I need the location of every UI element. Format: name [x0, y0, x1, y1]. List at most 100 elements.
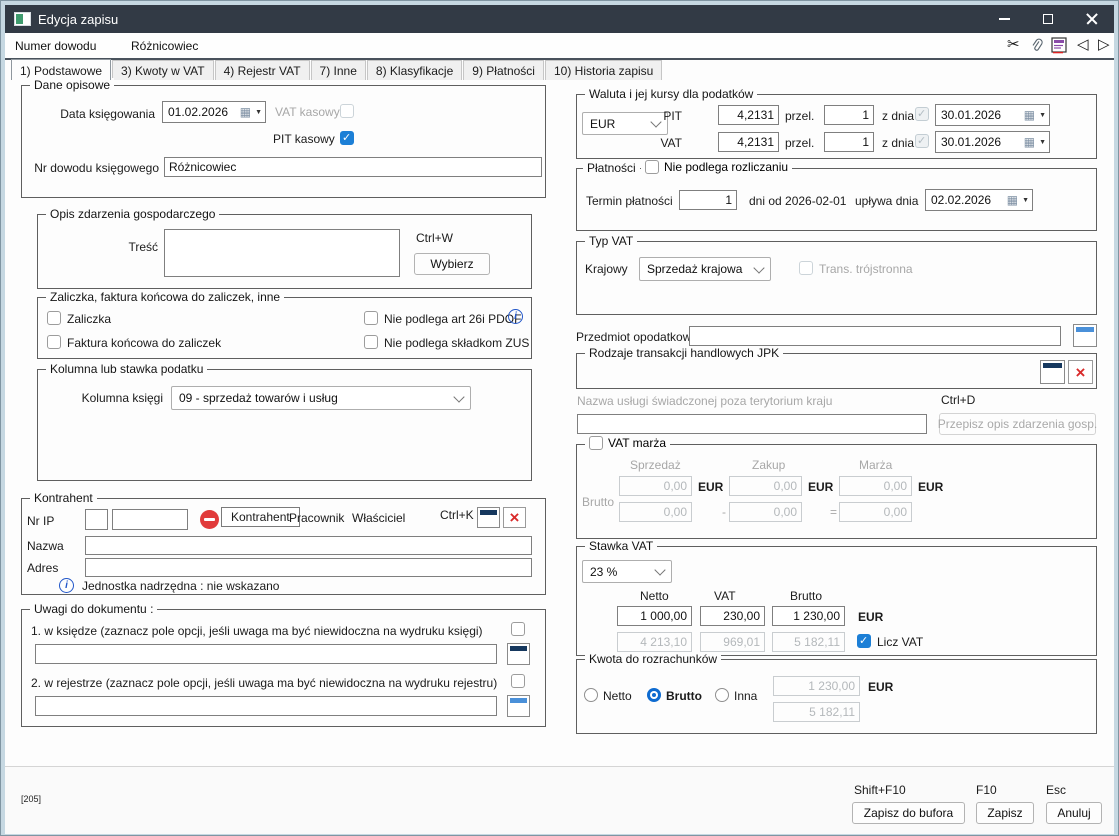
chevron-down-icon	[453, 391, 464, 402]
clear-icon[interactable]: ×	[503, 507, 526, 528]
notes-icon[interactable]	[1051, 37, 1068, 59]
window-title: Edycja zapisu	[38, 12, 118, 27]
termin-input[interactable]	[679, 190, 737, 210]
entity-type-pracownik[interactable]: Pracownik	[289, 511, 344, 525]
open-dialog-icon[interactable]	[1073, 324, 1097, 347]
faktura-koncowa-checkbox[interactable]	[47, 335, 61, 349]
licz-vat-checkbox[interactable]	[857, 634, 871, 648]
entity-type-wlasciciel[interactable]: Właściciel	[352, 511, 405, 525]
netto-input[interactable]	[617, 606, 692, 626]
typ-vat-select[interactable]: Sprzedaż krajowa	[639, 257, 771, 281]
calendar-icon[interactable]: ▦	[1007, 193, 1018, 207]
calendar-icon[interactable]: ▦	[1024, 135, 1035, 149]
vat-marza-checkbox[interactable]	[589, 436, 603, 450]
tab-inne[interactable]: 7) Inne	[311, 60, 366, 80]
open-dialog-icon[interactable]	[507, 643, 530, 665]
group-uwagi: Uwagi do dokumentu : 1. w księdze (zazna…	[21, 609, 546, 727]
tresc-textarea[interactable]	[164, 229, 400, 277]
booking-date-field[interactable]: 01.02.2026 ▦ ▼	[162, 101, 266, 123]
vat-rate-date-field[interactable]: 30.01.2026 ▦ ▼	[935, 131, 1050, 153]
radio-inna[interactable]	[715, 688, 729, 702]
edit-record-dialog: Edycja zapisu Numer dowodu Różnicowiec ✂…	[0, 0, 1119, 836]
zaliczka-label: Zaliczka	[67, 312, 111, 326]
group-kontrahent: Kontrahent Nr IP Kontrahent Pracownik Wł…	[21, 498, 546, 595]
nr-ip-input-2[interactable]	[112, 509, 188, 530]
przedmiot-input[interactable]	[689, 326, 1061, 346]
info-icon[interactable]	[508, 309, 523, 324]
uwaga-rejestr-input[interactable]	[35, 696, 497, 716]
pit-przel-input[interactable]	[824, 105, 874, 125]
stawka-vat-select[interactable]: 23 %	[582, 560, 672, 583]
vat-kasowy-label: VAT kasowy	[275, 105, 340, 119]
nazwa-input[interactable]	[85, 536, 532, 555]
adres-input[interactable]	[85, 558, 532, 577]
pdof-checkbox[interactable]	[364, 311, 378, 325]
next-record-icon[interactable]: ▷	[1098, 36, 1110, 54]
pit-kasowy-checkbox[interactable]	[340, 131, 354, 145]
open-list-icon[interactable]	[477, 507, 500, 528]
chevron-down-icon[interactable]: ▼	[1022, 197, 1029, 204]
paperclip-icon[interactable]	[1029, 37, 1045, 59]
close-button[interactable]	[1070, 5, 1114, 33]
vat-przel-input[interactable]	[824, 132, 874, 152]
save-to-buffer-button[interactable]: Zapisz do bufora	[852, 802, 965, 824]
zaliczka-checkbox[interactable]	[47, 311, 61, 325]
tab-platnosci[interactable]: 9) Płatności	[463, 60, 544, 80]
previous-record-icon[interactable]: ◁	[1077, 36, 1089, 54]
open-list-icon[interactable]	[1040, 360, 1065, 384]
faktura-koncowa-label: Faktura końcowa do zaliczek	[67, 336, 221, 350]
nr-ip-input-1[interactable]	[85, 509, 108, 530]
zus-checkbox[interactable]	[364, 335, 378, 349]
nie-podlega-checkbox[interactable]	[645, 160, 659, 174]
col-marza: Marża	[859, 458, 892, 472]
eur-label: EUR	[918, 480, 943, 494]
wybierz-button[interactable]: Wybierz	[414, 253, 490, 275]
doc-number-input[interactable]	[164, 157, 542, 177]
tab-podstawowe[interactable]: 1) Podstawowe	[11, 59, 111, 80]
chevron-down-icon[interactable]: ▼	[255, 109, 262, 116]
entity-type-kontrahent[interactable]: Kontrahent	[221, 507, 300, 527]
usluga-input[interactable]	[577, 414, 927, 434]
marza-sprzedaz-1	[619, 476, 692, 496]
tab-kwoty-w-vat[interactable]: 3) Kwoty w VAT	[112, 60, 214, 80]
maximize-button[interactable]	[1026, 5, 1070, 33]
uwaga-rejestr-checkbox[interactable]	[511, 674, 525, 688]
tab-rejestr-vat[interactable]: 4) Rejestr VAT	[215, 60, 310, 80]
doc-number-label: Nr dowodu księgowego	[26, 161, 159, 175]
tab-historia-zapisu[interactable]: 10) Historia zapisu	[545, 60, 662, 80]
tab-klasyfikacje[interactable]: 8) Klasyfikacje	[367, 60, 462, 80]
uplywa-dnia-date-field[interactable]: 02.02.2026 ▦ ▼	[925, 189, 1033, 211]
uwaga-ksiega-input[interactable]	[35, 644, 497, 664]
vat-rate-input[interactable]	[718, 132, 779, 152]
radio-netto-label: Netto	[603, 689, 632, 703]
cancel-button[interactable]: Anuluj	[1046, 802, 1102, 824]
save-button[interactable]: Zapisz	[976, 802, 1034, 824]
group-platnosci: Płatności Nie podlega rozliczaniu Termin…	[576, 168, 1097, 231]
vat-input[interactable]	[700, 606, 765, 626]
calendar-icon[interactable]: ▦	[240, 105, 251, 119]
minus-sign: -	[722, 505, 726, 519]
brutto-input[interactable]	[772, 606, 845, 626]
eur-label: EUR	[858, 610, 883, 624]
radio-brutto[interactable]	[647, 688, 661, 702]
open-dialog-icon[interactable]	[507, 695, 530, 717]
trans-trojstronna-label: Trans. trójstronna	[819, 262, 913, 276]
minimize-button[interactable]	[982, 5, 1026, 33]
kolumna-ksiegi-select[interactable]: 09 - sprzedaż towarów i usług	[171, 386, 471, 410]
info-icon	[59, 578, 74, 593]
col-sprzedaz: Sprzedaż	[630, 458, 681, 472]
chevron-down-icon[interactable]: ▼	[1039, 139, 1046, 146]
clear-icon[interactable]: ×	[1068, 360, 1093, 384]
vat-kasowy-checkbox	[340, 104, 354, 118]
radio-netto[interactable]	[584, 688, 598, 702]
form-code: [205]	[21, 794, 41, 804]
group-waluta: Waluta i jej kursy dla podatków EUR PIT …	[576, 94, 1097, 159]
chevron-down-icon[interactable]: ▼	[1039, 112, 1046, 119]
nie-podlega-label: Nie podlega rozliczaniu	[664, 160, 788, 174]
pit-rate-input[interactable]	[718, 105, 779, 125]
remove-contractor-icon[interactable]	[200, 510, 219, 529]
uwaga-ksiega-checkbox[interactable]	[511, 622, 525, 636]
pit-rate-date-field[interactable]: 30.01.2026 ▦ ▼	[935, 104, 1050, 126]
calendar-icon[interactable]: ▦	[1024, 108, 1035, 122]
cut-icon[interactable]: ✂	[1007, 36, 1020, 54]
